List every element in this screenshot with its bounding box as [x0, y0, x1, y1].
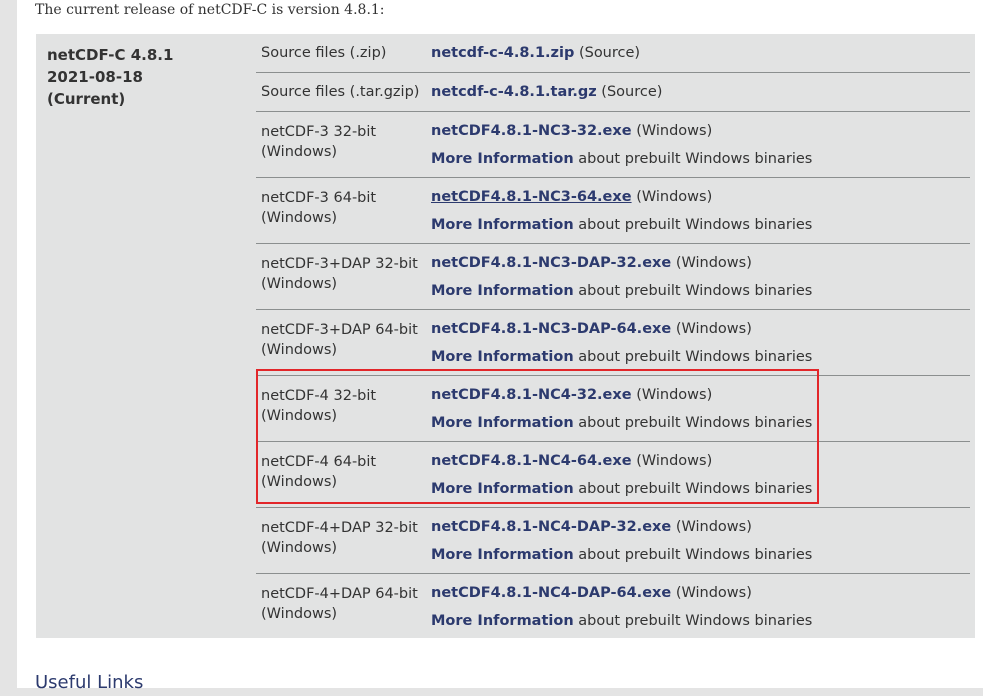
- row-label: Source files (.zip): [261, 45, 387, 61]
- download-row-nc3-dap-32: netCDF-3+DAP 32-bit (Windows) netCDF4.8.…: [256, 244, 970, 310]
- useful-links-heading: Useful Links: [35, 672, 144, 693]
- info-line: More Information about prebuilt Windows …: [431, 479, 812, 499]
- row-label: netCDF-4+DAP 64-bit (Windows): [261, 586, 418, 622]
- file-line: netCDF4.8.1-NC4-32.exe (Windows): [431, 385, 712, 405]
- download-row-nc3-32: netCDF-3 32-bit (Windows) netCDF4.8.1-NC…: [256, 112, 970, 178]
- info-suffix: about prebuilt Windows binaries: [578, 151, 813, 167]
- download-row-nc4-dap-32: netCDF-4+DAP 32-bit (Windows) netCDF4.8.…: [256, 508, 970, 574]
- more-information-link[interactable]: More Information: [431, 283, 574, 299]
- more-information-link[interactable]: More Information: [431, 613, 574, 629]
- info-line: More Information about prebuilt Windows …: [431, 545, 812, 565]
- file-line: netcdf-c-4.8.1.zip (Source): [431, 43, 640, 63]
- file-suffix: (Source): [578, 45, 641, 61]
- info-suffix: about prebuilt Windows binaries: [578, 547, 813, 563]
- download-row-nc3-dap-64: netCDF-3+DAP 64-bit (Windows) netCDF4.8.…: [256, 310, 970, 376]
- file-line: netCDF4.8.1-NC3-DAP-64.exe (Windows): [431, 319, 752, 339]
- row-label: netCDF-3+DAP 32-bit (Windows): [261, 256, 418, 292]
- row-label: netCDF-4 64-bit (Windows): [261, 454, 377, 490]
- file-line: netCDF4.8.1-NC4-DAP-32.exe (Windows): [431, 517, 752, 537]
- download-link-nc3-32[interactable]: netCDF4.8.1-NC3-32.exe: [431, 123, 632, 139]
- download-link-nc4-32[interactable]: netCDF4.8.1-NC4-32.exe: [431, 387, 632, 403]
- file-line: netCDF4.8.1-NC3-64.exe (Windows): [431, 187, 712, 207]
- row-label: netCDF-4+DAP 32-bit (Windows): [261, 520, 418, 556]
- info-line: More Information about prebuilt Windows …: [431, 281, 812, 301]
- intro-text: The current release of netCDF-C is versi…: [35, 2, 385, 18]
- download-row-nc3-64: netCDF-3 64-bit (Windows) netCDF4.8.1-NC…: [256, 178, 970, 244]
- page: The current release of netCDF-C is versi…: [17, 0, 983, 693]
- info-suffix: about prebuilt Windows binaries: [578, 349, 813, 365]
- version-status: (Current): [47, 90, 126, 108]
- download-row-source-targz: Source files (.tar.gzip) netcdf-c-4.8.1.…: [256, 73, 970, 112]
- download-rows: Source files (.zip) netcdf-c-4.8.1.zip (…: [256, 34, 970, 639]
- version-date: 2021-08-18: [47, 68, 143, 86]
- download-link-nc4-dap-64[interactable]: netCDF4.8.1-NC4-DAP-64.exe: [431, 585, 671, 601]
- info-suffix: about prebuilt Windows binaries: [578, 613, 813, 629]
- file-line: netCDF4.8.1-NC3-DAP-32.exe (Windows): [431, 253, 752, 273]
- file-line: netcdf-c-4.8.1.tar.gz (Source): [431, 82, 662, 102]
- info-line: More Information about prebuilt Windows …: [431, 413, 812, 433]
- download-link-nc3-dap-64[interactable]: netCDF4.8.1-NC3-DAP-64.exe: [431, 321, 671, 337]
- file-line: netCDF4.8.1-NC3-32.exe (Windows): [431, 121, 712, 141]
- download-row-nc4-32: netCDF-4 32-bit (Windows) netCDF4.8.1-NC…: [256, 376, 970, 442]
- info-suffix: about prebuilt Windows binaries: [578, 283, 813, 299]
- row-label: netCDF-3 32-bit (Windows): [261, 124, 377, 160]
- info-suffix: about prebuilt Windows binaries: [578, 217, 813, 233]
- file-line: netCDF4.8.1-NC4-64.exe (Windows): [431, 451, 712, 471]
- more-information-link[interactable]: More Information: [431, 217, 574, 233]
- download-link-nc3-dap-32[interactable]: netCDF4.8.1-NC3-DAP-32.exe: [431, 255, 671, 271]
- file-suffix: (Windows): [636, 123, 713, 139]
- download-row-nc4-dap-64: netCDF-4+DAP 64-bit (Windows) netCDF4.8.…: [256, 574, 970, 639]
- download-link-source-zip[interactable]: netcdf-c-4.8.1.zip: [431, 45, 574, 61]
- info-suffix: about prebuilt Windows binaries: [578, 481, 813, 497]
- file-suffix: (Windows): [636, 189, 713, 205]
- more-information-link[interactable]: More Information: [431, 151, 574, 167]
- more-information-link[interactable]: More Information: [431, 481, 574, 497]
- more-information-link[interactable]: More Information: [431, 349, 574, 365]
- release-table: netCDF-C 4.8.1 2021-08-18 (Current) Sour…: [36, 34, 975, 638]
- info-suffix: about prebuilt Windows binaries: [578, 415, 813, 431]
- info-line: More Information about prebuilt Windows …: [431, 215, 812, 235]
- file-suffix: (Windows): [675, 519, 752, 535]
- row-label: Source files (.tar.gzip): [261, 84, 420, 100]
- file-line: netCDF4.8.1-NC4-DAP-64.exe (Windows): [431, 583, 752, 603]
- row-label: netCDF-4 32-bit (Windows): [261, 388, 377, 424]
- file-suffix: (Windows): [675, 321, 752, 337]
- info-line: More Information about prebuilt Windows …: [431, 347, 812, 367]
- download-link-nc4-dap-32[interactable]: netCDF4.8.1-NC4-DAP-32.exe: [431, 519, 671, 535]
- download-link-nc4-64[interactable]: netCDF4.8.1-NC4-64.exe: [431, 453, 632, 469]
- row-label: netCDF-3 64-bit (Windows): [261, 190, 377, 226]
- file-suffix: (Source): [601, 84, 663, 100]
- row-label: netCDF-3+DAP 64-bit (Windows): [261, 322, 418, 358]
- download-link-source-targz[interactable]: netcdf-c-4.8.1.tar.gz: [431, 84, 597, 100]
- info-line: More Information about prebuilt Windows …: [431, 611, 812, 631]
- info-line: More Information about prebuilt Windows …: [431, 149, 812, 169]
- file-suffix: (Windows): [675, 585, 752, 601]
- download-row-nc4-64: netCDF-4 64-bit (Windows) netCDF4.8.1-NC…: [256, 442, 970, 508]
- file-suffix: (Windows): [636, 387, 713, 403]
- version-name: netCDF-C 4.8.1: [47, 46, 174, 64]
- more-information-link[interactable]: More Information: [431, 415, 574, 431]
- version-info: netCDF-C 4.8.1 2021-08-18 (Current): [47, 44, 173, 110]
- download-link-nc3-64[interactable]: netCDF4.8.1-NC3-64.exe: [431, 189, 632, 205]
- file-suffix: (Windows): [675, 255, 752, 271]
- more-information-link[interactable]: More Information: [431, 547, 574, 563]
- file-suffix: (Windows): [636, 453, 713, 469]
- download-row-source-zip: Source files (.zip) netcdf-c-4.8.1.zip (…: [256, 34, 970, 73]
